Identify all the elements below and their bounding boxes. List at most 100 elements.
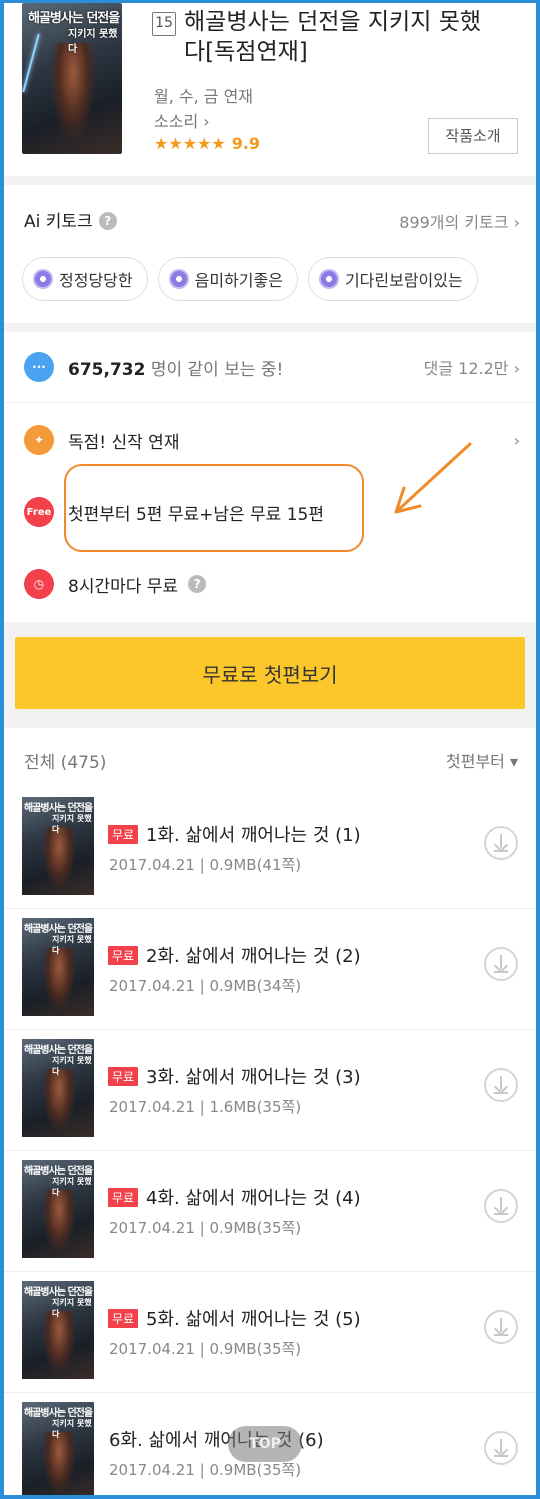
thumbnail-title-line1: 해골병사는 던전을	[24, 803, 93, 814]
keytalk-chip[interactable]: 정정당당한	[22, 257, 148, 301]
book-cover[interactable]: 해골병사는 던전을 지키지 못했다	[22, 3, 122, 154]
episode-size: 0.9MB(35쪽)	[209, 1219, 302, 1237]
author-link[interactable]: 소소리 ›	[154, 108, 210, 132]
keytalk-title-text: Ai 키토크	[24, 212, 93, 232]
thumbnail-figure	[42, 1311, 76, 1375]
episode-meta: 2017.04.21 | 0.9MB(35쪽)	[109, 1461, 302, 1479]
help-icon[interactable]: ?	[188, 575, 207, 593]
thumbnail-figure	[42, 1190, 76, 1254]
comments-count: 댓글 12.2만	[423, 359, 509, 378]
episode-title: 5화. 삶에서 깨어나는 것 (5)	[146, 1309, 361, 1330]
episode-meta: 2017.04.21 | 0.9MB(34쪽)	[109, 977, 302, 995]
chevron-right-icon: ›	[203, 112, 210, 131]
disc-icon	[33, 269, 53, 289]
book-header: 해골병사는 던전을 지키지 못했다 15 해골병사는 던전을 지키지 못했다[독…	[4, 3, 536, 176]
chip-label: 기다린보람이있는	[344, 271, 463, 290]
read-first-free-button[interactable]: 무료로 첫편보기	[15, 637, 525, 709]
episode-size: 0.9MB(41쪽)	[209, 856, 302, 874]
sort-dropdown[interactable]: 첫편부터 ▾	[446, 748, 518, 772]
episode-list: 해골병사는 던전을 지키지 못했다 무료 1화. 삶에서 깨어나는 것 (1) …	[4, 788, 536, 1495]
section-divider	[4, 176, 536, 185]
episode-meta: 2017.04.21 | 0.9MB(41쪽)	[109, 856, 302, 874]
free-tag: 무료	[108, 946, 139, 965]
episode-date: 2017.04.21	[109, 856, 195, 874]
intro-button[interactable]: 작품소개	[428, 118, 518, 154]
free-tag: 무료	[108, 825, 139, 844]
episode-meta: 2017.04.21 | 0.9MB(35쪽)	[109, 1219, 302, 1237]
free-tag: 무료	[108, 1309, 139, 1328]
download-icon[interactable]	[484, 826, 518, 860]
viewers-row: ··· 675,732 명이 같이 보는 중! 댓글 12.2만 ›	[24, 352, 520, 382]
episode-date: 2017.04.21	[109, 977, 195, 995]
cover-lightning	[22, 33, 40, 93]
cta-section: 무료로 첫편보기	[4, 622, 536, 728]
chevron-right-icon: ›	[513, 359, 520, 378]
book-title: 해골병사는 던전을 지키지 못했다[독점연재]	[184, 9, 482, 65]
chevron-right-icon: ›	[513, 213, 520, 232]
free-tag: 무료	[108, 1188, 139, 1207]
help-icon[interactable]: ?	[98, 212, 117, 230]
episode-thumbnail: 해골병사는 던전을 지키지 못했다	[22, 1281, 94, 1379]
thumbnail-title-line1: 해골병사는 던전을	[24, 1408, 93, 1419]
episode-date: 2017.04.21	[109, 1219, 195, 1237]
episode-size: 0.9MB(35쪽)	[209, 1340, 302, 1358]
comments-link[interactable]: 댓글 12.2만 ›	[424, 355, 520, 379]
download-icon[interactable]	[484, 1431, 518, 1465]
keytalk-chip[interactable]: 기다린보람이있는	[307, 257, 478, 301]
episode-title: 1화. 삶에서 깨어나는 것 (1)	[146, 825, 361, 846]
thumbnail-title-line2: 지키지 못했다	[52, 814, 92, 834]
chip-label: 정정당당한	[59, 271, 133, 290]
thumbnail-figure	[42, 1069, 76, 1133]
episode-size: 1.6MB(35쪽)	[209, 1098, 302, 1116]
download-icon[interactable]	[484, 947, 518, 981]
star-rating-icon: ★★★★★	[154, 134, 226, 153]
author-name: 소소리	[154, 112, 199, 131]
keytalk-chip[interactable]: 음미하기좋은	[157, 257, 298, 301]
episode-size: 0.9MB(34쪽)	[209, 977, 302, 995]
disc-icon	[318, 269, 339, 289]
exclusive-text: 독점! 신작 연재	[68, 432, 180, 453]
download-icon[interactable]	[484, 1068, 518, 1102]
episode-title: 4화. 삶에서 깨어나는 것 (4)	[146, 1188, 361, 1209]
scroll-top-button[interactable]: TOP	[228, 1426, 302, 1462]
thumbnail-figure	[42, 827, 76, 891]
keytalk-chips: 정정당당한 음미하기좋은 기다린보람이있는	[22, 257, 478, 301]
keytalk-count: 899개의 키토크	[399, 213, 509, 232]
episode-row[interactable]: 해골병사는 던전을 지키지 못했다 무료 4화. 삶에서 깨어나는 것 (4) …	[4, 1151, 536, 1272]
episode-row[interactable]: 해골병사는 던전을 지키지 못했다 무료 5화. 삶에서 깨어나는 것 (5) …	[4, 1272, 536, 1393]
timer-row: ◷ 8시간마다 무료 ?	[24, 569, 520, 599]
clock-icon: ◷	[24, 569, 54, 599]
episode-thumbnail: 해골병사는 던전을 지키지 못했다	[22, 1402, 94, 1495]
thumbnail-title-line1: 해골병사는 던전을	[24, 924, 93, 935]
cover-figure	[50, 43, 96, 143]
viewers-count: 675,732	[68, 359, 146, 380]
row-divider	[4, 402, 536, 403]
episode-row[interactable]: 해골병사는 던전을 지키지 못했다 무료 3화. 삶에서 깨어나는 것 (3) …	[4, 1030, 536, 1151]
episode-row[interactable]: 해골병사는 던전을 지키지 못했다 무료 1화. 삶에서 깨어나는 것 (1) …	[4, 788, 536, 909]
episode-thumbnail: 해골병사는 던전을 지키지 못했다	[22, 918, 94, 1016]
thumbnail-title-line1: 해골병사는 던전을	[24, 1045, 93, 1056]
episode-date: 2017.04.21	[109, 1461, 195, 1479]
timer-free-text: 8시간마다 무료	[68, 576, 179, 597]
cover-title-line1: 해골병사는 던전을	[28, 11, 120, 26]
download-icon[interactable]	[484, 1189, 518, 1223]
rating: ★★★★★ 9.9	[154, 134, 260, 153]
free-tag: 무료	[108, 1067, 139, 1086]
keytalk-title: Ai 키토크?	[24, 207, 117, 232]
disc-icon	[168, 269, 189, 289]
thumbnail-figure	[42, 1432, 76, 1495]
keytalk-count-link[interactable]: 899개의 키토크 ›	[399, 209, 520, 233]
episode-thumbnail: 해골병사는 던전을 지키지 못했다	[22, 1160, 94, 1258]
download-icon[interactable]	[484, 1310, 518, 1344]
episode-total: 전체 (475)	[24, 753, 107, 773]
thumbnail-figure	[42, 948, 76, 1012]
episode-row[interactable]: 해골병사는 던전을 지키지 못했다 무료 2화. 삶에서 깨어나는 것 (2) …	[4, 909, 536, 1030]
episode-date: 2017.04.21	[109, 1098, 195, 1116]
episode-date: 2017.04.21	[109, 1340, 195, 1358]
episode-list-header: 전체 (475) 첫편부터 ▾	[4, 728, 536, 788]
chip-label: 음미하기좋은	[194, 271, 283, 290]
episode-thumbnail: 해골병사는 던전을 지키지 못했다	[22, 797, 94, 895]
viewers-text: 675,732 명이 같이 보는 중!	[68, 355, 283, 380]
free-badge-icon: Free	[24, 497, 54, 527]
thumbnail-title-line2: 지키지 못했다	[52, 1419, 92, 1439]
